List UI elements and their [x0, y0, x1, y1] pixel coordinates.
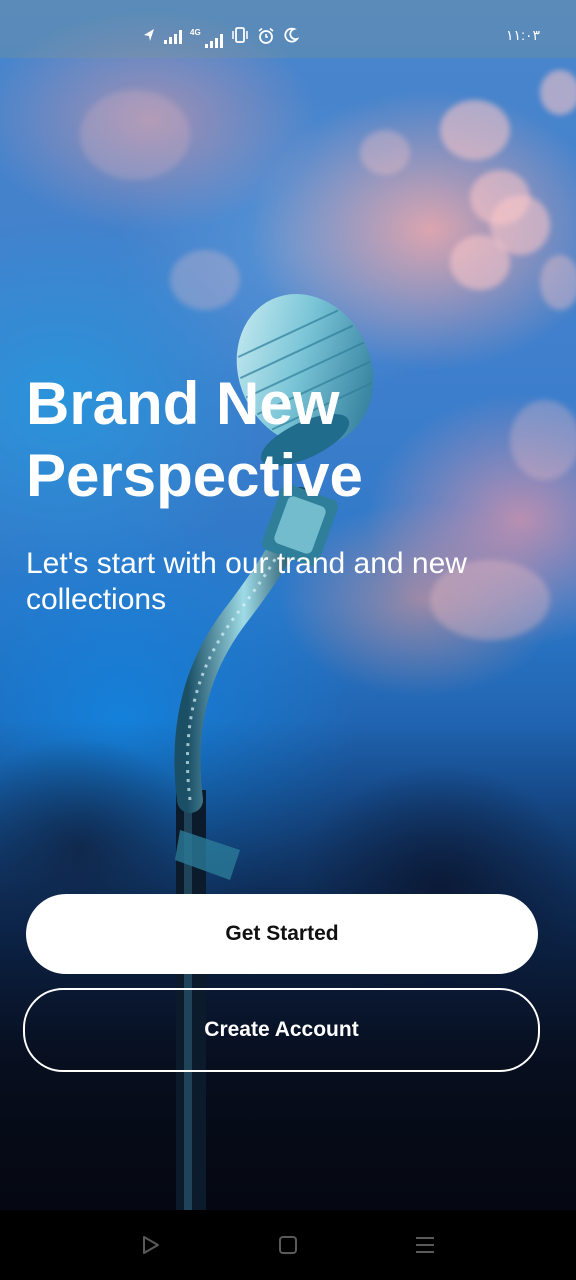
home-square-icon[interactable] [275, 1232, 301, 1258]
page-subtitle: Let's start with our trand and new colle… [26, 547, 467, 616]
alarm-icon [257, 27, 275, 45]
menu-lines-icon[interactable] [412, 1232, 438, 1258]
network-label: 4G [190, 28, 201, 37]
status-icons: 4G [142, 27, 299, 48]
signal-icon [164, 28, 182, 44]
create-account-button[interactable]: Create Account [23, 988, 540, 1072]
status-bar: 4G ١١:٠٣ [0, 0, 576, 58]
status-time: ١١:٠٣ [506, 27, 540, 43]
page-title: Brand New Perspective [26, 370, 363, 509]
location-icon [142, 27, 156, 45]
moon-icon [283, 27, 299, 45]
navigation-bar [0, 1210, 576, 1280]
vibrate-icon [231, 27, 249, 45]
get-started-button[interactable]: Get Started [26, 894, 538, 974]
network-4g-icon: 4G [190, 27, 223, 48]
back-triangle-icon[interactable] [137, 1232, 163, 1258]
